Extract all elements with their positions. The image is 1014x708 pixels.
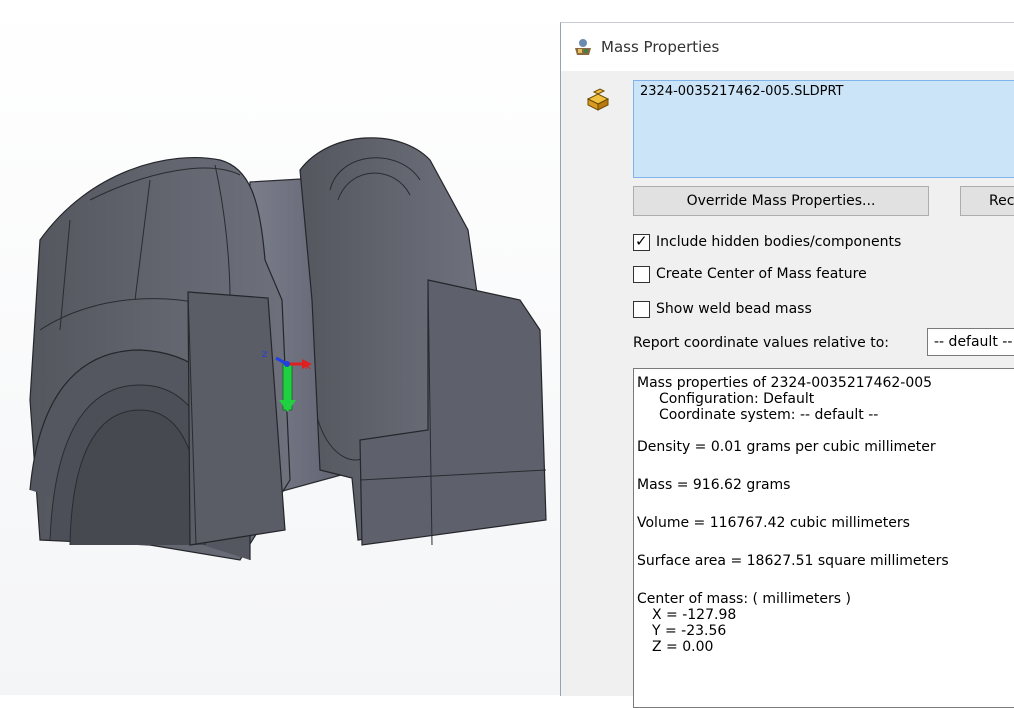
create-center-of-mass-checkbox[interactable] bbox=[633, 266, 650, 283]
coordinate-system-select[interactable]: -- default -- bbox=[927, 328, 1014, 356]
results-com-z: Z = 0.00 bbox=[652, 639, 714, 655]
part-block-icon bbox=[586, 88, 610, 111]
graphics-viewport[interactable]: z x bbox=[0, 0, 560, 695]
dialog-titlebar[interactable]: Mass Properties bbox=[561, 23, 1014, 71]
override-mass-properties-button[interactable]: Override Mass Properties... bbox=[633, 186, 929, 216]
recalculate-button[interactable]: Recalculate bbox=[960, 186, 1014, 216]
include-hidden-bodies-label: Include hidden bodies/components bbox=[656, 234, 902, 250]
selected-part-name[interactable]: 2324-0035217462-005.SLDPRT bbox=[640, 84, 844, 99]
results-surface-area: Surface area = 18627.51 square millimete… bbox=[637, 553, 949, 569]
show-weld-bead-mass-checkbox[interactable] bbox=[633, 301, 650, 318]
dialog-title: Mass Properties bbox=[601, 38, 720, 56]
results-volume: Volume = 116767.42 cubic millimeters bbox=[637, 515, 910, 531]
show-weld-bead-mass-label: Show weld bead mass bbox=[656, 301, 812, 317]
mass-properties-scale-icon bbox=[575, 39, 591, 55]
results-configuration: Configuration: Default bbox=[659, 391, 815, 407]
report-coordinate-label: Report coordinate values relative to: bbox=[633, 335, 889, 351]
part-model-3d[interactable]: z x bbox=[0, 0, 560, 695]
mass-properties-results[interactable]: Mass properties of 2324-0035217462-005 C… bbox=[633, 368, 1014, 708]
results-header: Mass properties of 2324-0035217462-005 bbox=[637, 375, 933, 391]
results-mass: Mass = 916.62 grams bbox=[637, 477, 791, 493]
results-coordinate-system: Coordinate system: -- default -- bbox=[659, 407, 879, 423]
results-com-x: X = -127.98 bbox=[652, 607, 737, 623]
results-com-y: Y = -23.56 bbox=[652, 623, 727, 639]
include-hidden-bodies-checkbox[interactable]: ✓ bbox=[633, 232, 650, 251]
triad-z-label: z bbox=[262, 349, 267, 360]
selected-items-list[interactable]: 2324-0035217462-005.SLDPRT bbox=[633, 80, 1014, 178]
create-center-of-mass-label: Create Center of Mass feature bbox=[656, 266, 867, 282]
results-center-of-mass-label: Center of mass: ( millimeters ) bbox=[637, 591, 851, 607]
triad-x-label: x bbox=[305, 361, 311, 372]
results-density: Density = 0.01 grams per cubic millimete… bbox=[637, 439, 936, 455]
mass-properties-dialog: Mass Properties 2324-0035217462-005.SLDP… bbox=[560, 22, 1014, 708]
checkmark-icon: ✓ bbox=[635, 232, 648, 250]
